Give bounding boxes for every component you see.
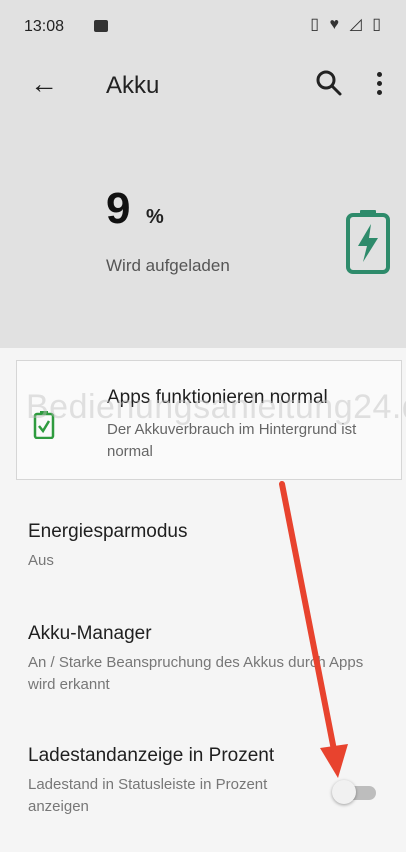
battery-percent-sign: % bbox=[146, 206, 164, 228]
more-options-icon[interactable] bbox=[372, 70, 386, 98]
setting-title: Energiesparmodus bbox=[28, 521, 188, 542]
page-title: Akku bbox=[106, 72, 160, 99]
toggle-thumb bbox=[332, 780, 356, 804]
image-notification-icon bbox=[94, 20, 108, 32]
status-time: 13:08 bbox=[24, 18, 65, 35]
setting-energy-saver[interactable]: Energiesparmodus Aus bbox=[28, 520, 378, 572]
system-status-icons: ▯ ♥ ◿ ▯ bbox=[310, 16, 384, 33]
charging-battery-icon bbox=[346, 210, 390, 274]
battery-percentage-toggle[interactable] bbox=[332, 780, 378, 804]
app-bar: ← Akku bbox=[0, 56, 406, 116]
status-bar: 13:08 ▯ ♥ ◿ ▯ bbox=[0, 0, 406, 56]
battery-level: 9 bbox=[106, 184, 131, 233]
setting-battery-percentage[interactable]: Ladestandanzeige in Prozent Ladestand in… bbox=[28, 744, 308, 818]
search-icon[interactable] bbox=[314, 68, 344, 98]
setting-subtitle: An / Starke Beanspruchung des Akkus durc… bbox=[28, 654, 364, 693]
setting-subtitle: Aus bbox=[28, 552, 54, 569]
setting-subtitle: Ladestand in Statusleiste in Prozent anz… bbox=[28, 776, 268, 815]
charging-status: Wird aufgeladen bbox=[106, 256, 230, 275]
setting-title: Akku-Manager bbox=[28, 623, 152, 644]
watermark: Bedienungsanleitung24.de bbox=[26, 388, 406, 426]
setting-title: Ladestandanzeige in Prozent bbox=[28, 745, 275, 766]
back-arrow-icon[interactable]: ← bbox=[30, 68, 58, 100]
setting-battery-manager[interactable]: Akku-Manager An / Starke Beanspruchung d… bbox=[28, 622, 378, 696]
